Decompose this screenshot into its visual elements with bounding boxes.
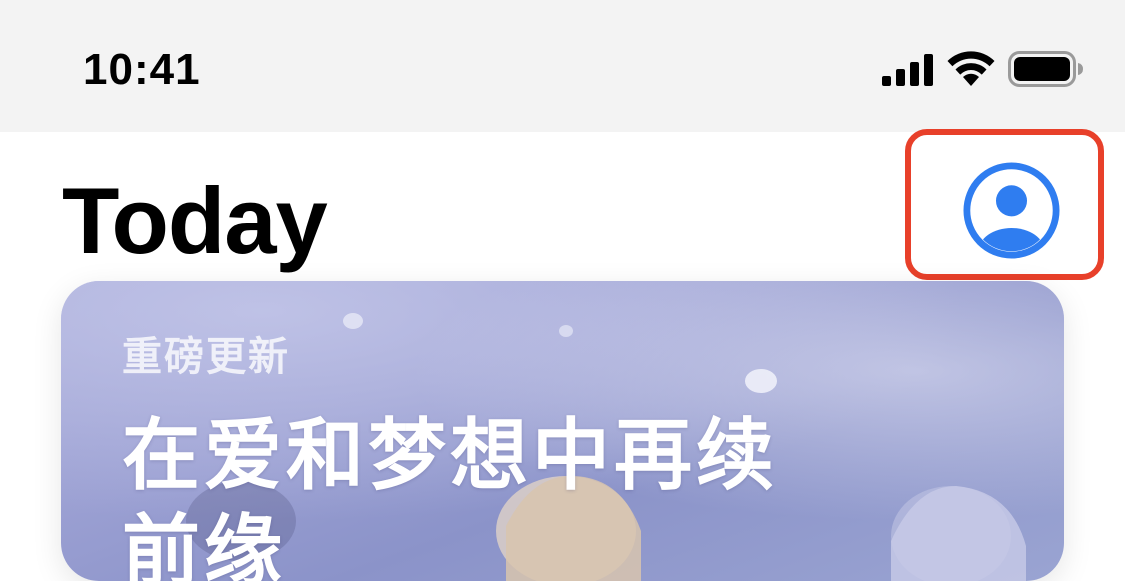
card-title: 在爱和梦想中再续前缘 [122, 411, 779, 581]
battery-icon [1008, 51, 1083, 87]
wifi-icon [947, 51, 995, 86]
signal-icon [882, 54, 933, 86]
account-button[interactable] [963, 162, 1060, 259]
status-bar: 10:41 [0, 0, 1125, 132]
page-title: Today [62, 168, 328, 273]
status-time: 10:41 [83, 45, 201, 94]
featured-story-card[interactable]: 重磅更新 在爱和梦想中再续前缘 [61, 281, 1064, 581]
card-eyebrow: 重磅更新 [122, 335, 290, 379]
account-circle-icon [963, 162, 1060, 259]
